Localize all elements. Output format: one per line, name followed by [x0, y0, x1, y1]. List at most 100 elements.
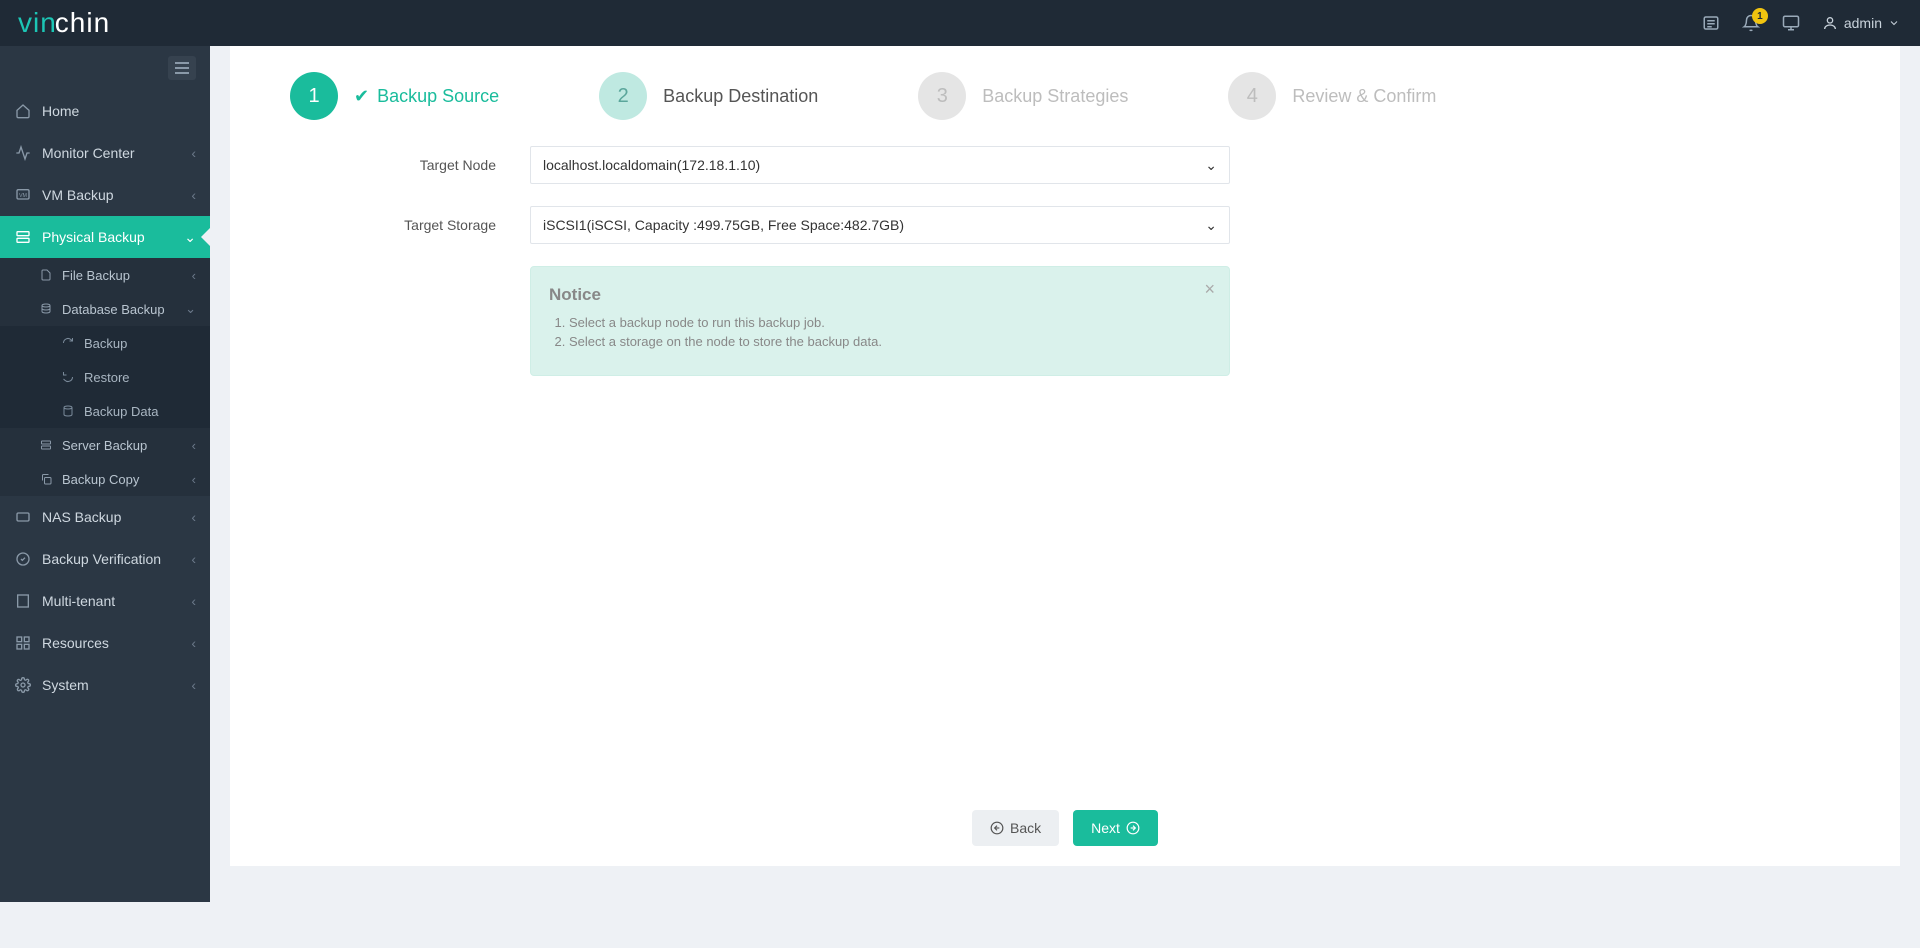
step-label: Backup Strategies	[982, 86, 1128, 107]
nav-nas-backup[interactable]: NAS Backup ‹	[0, 496, 210, 538]
step-backup-destination[interactable]: 2 Backup Destination	[599, 72, 818, 120]
step-number: 4	[1228, 72, 1276, 120]
row-target-node: Target Node localhost.localdomain(172.18…	[290, 146, 1840, 184]
chevron-left-icon: ‹	[191, 677, 196, 693]
bell-icon[interactable]: 1	[1742, 14, 1760, 32]
logo-part2: chin	[55, 7, 110, 39]
refresh-icon	[60, 337, 76, 349]
sidebar: Home Monitor Center ‹ VM VM Backup ‹ Phy…	[0, 46, 210, 902]
select-target-node[interactable]: localhost.localdomain(172.18.1.10) ⌄	[530, 146, 1230, 184]
select-value: iSCSI1(iSCSI, Capacity :499.75GB, Free S…	[543, 217, 904, 233]
nav-label: Monitor Center	[42, 145, 135, 161]
chevron-left-icon: ‹	[191, 145, 196, 161]
grid-icon	[14, 635, 32, 651]
topbar-right: 1 admin	[1702, 14, 1900, 32]
step-label: Review & Confirm	[1292, 86, 1436, 107]
notice-item: Select a storage on the node to store th…	[569, 334, 1211, 349]
logo[interactable]: vin chin	[18, 7, 110, 39]
home-icon	[14, 103, 32, 119]
chevron-down-icon	[1888, 17, 1900, 29]
arrow-right-icon	[1126, 821, 1140, 835]
nav-database-subgroup: Backup Restore Backup Data	[0, 326, 210, 428]
check-icon: ✔	[354, 86, 369, 107]
sidebar-toggle[interactable]	[168, 56, 196, 80]
nav-label: Multi-tenant	[42, 593, 115, 609]
gear-icon	[14, 677, 32, 693]
nav-label: Home	[42, 103, 79, 119]
nav-label: Server Backup	[62, 438, 147, 453]
user-label: admin	[1844, 15, 1882, 31]
nav-home[interactable]: Home	[0, 90, 210, 132]
notice-box: × Notice Select a backup node to run thi…	[530, 266, 1230, 376]
close-icon[interactable]: ×	[1204, 279, 1215, 300]
vm-icon: VM	[14, 187, 32, 203]
nav-file-backup[interactable]: File Backup ‹	[0, 258, 210, 292]
step-backup-strategies[interactable]: 3 Backup Strategies	[918, 72, 1128, 120]
chevron-down-icon: ⌄	[1205, 217, 1217, 234]
nav-label: NAS Backup	[42, 509, 121, 525]
nav-label: System	[42, 677, 89, 693]
select-target-storage[interactable]: iSCSI1(iSCSI, Capacity :499.75GB, Free S…	[530, 206, 1230, 244]
copy-icon	[38, 473, 54, 485]
chevron-left-icon: ‹	[192, 268, 196, 283]
row-target-storage: Target Storage iSCSI1(iSCSI, Capacity :4…	[290, 206, 1840, 244]
nav-label: File Backup	[62, 268, 130, 283]
nav-physical-backup[interactable]: Physical Backup ⌄	[0, 216, 210, 258]
nav-label: Physical Backup	[42, 229, 145, 245]
server-icon	[38, 439, 54, 451]
nav-backup-verification[interactable]: Backup Verification ‹	[0, 538, 210, 580]
wizard-panel: 1 ✔ Backup Source 2 Backup Destination 3…	[230, 46, 1900, 866]
database-icon	[38, 303, 54, 315]
chevron-left-icon: ‹	[191, 635, 196, 651]
wizard-steps: 1 ✔ Backup Source 2 Backup Destination 3…	[230, 46, 1900, 146]
nav-system[interactable]: System ‹	[0, 664, 210, 706]
nav-db-restore[interactable]: Restore	[0, 360, 210, 394]
nav-database-backup[interactable]: Database Backup ⌄	[0, 292, 210, 326]
nav-multi-tenant[interactable]: Multi-tenant ‹	[0, 580, 210, 622]
chevron-left-icon: ‹	[191, 187, 196, 203]
nav-db-backup-data[interactable]: Backup Data	[0, 394, 210, 428]
nav-label: Restore	[84, 370, 130, 385]
database-icon	[60, 405, 76, 417]
next-button[interactable]: Next	[1073, 810, 1158, 846]
step-review-confirm[interactable]: 4 Review & Confirm	[1228, 72, 1436, 120]
nas-icon	[14, 509, 32, 525]
chevron-left-icon: ‹	[192, 472, 196, 487]
nav-backup-copy[interactable]: Backup Copy ‹	[0, 462, 210, 496]
nav-label: VM Backup	[42, 187, 114, 203]
button-label: Next	[1091, 820, 1120, 836]
main-content: 1 ✔ Backup Source 2 Backup Destination 3…	[210, 46, 1920, 902]
building-icon	[14, 593, 32, 609]
step-label: Backup Source	[377, 86, 499, 107]
logo-part1: vin	[18, 7, 57, 39]
step-number: 1	[290, 72, 338, 120]
monitor-icon[interactable]	[1782, 14, 1800, 32]
nav-monitor-center[interactable]: Monitor Center ‹	[0, 132, 210, 174]
list-icon[interactable]	[1702, 14, 1720, 32]
notice-item: Select a backup node to run this backup …	[569, 315, 1211, 330]
user-menu[interactable]: admin	[1822, 15, 1900, 31]
nav-physical-subgroup: File Backup ‹ Database Backup ⌄ Backup R…	[0, 258, 210, 496]
topbar: vin chin 1 admin	[0, 0, 1920, 46]
label-target-node: Target Node	[290, 157, 530, 173]
nav-resources[interactable]: Resources ‹	[0, 622, 210, 664]
nav-label: Backup Verification	[42, 551, 161, 567]
notification-badge: 1	[1752, 8, 1768, 24]
chevron-down-icon: ⌄	[1205, 157, 1217, 174]
nav-server-backup[interactable]: Server Backup ‹	[0, 428, 210, 462]
back-button[interactable]: Back	[972, 810, 1059, 846]
step-backup-source[interactable]: 1 ✔ Backup Source	[290, 72, 499, 120]
svg-text:VM: VM	[19, 193, 27, 199]
arrow-left-icon	[990, 821, 1004, 835]
nav-vm-backup[interactable]: VM VM Backup ‹	[0, 174, 210, 216]
nav-db-backup[interactable]: Backup	[0, 326, 210, 360]
step-number: 2	[599, 72, 647, 120]
monitor-center-icon	[14, 145, 32, 161]
chevron-left-icon: ‹	[192, 438, 196, 453]
restore-icon	[60, 371, 76, 383]
chevron-left-icon: ‹	[191, 593, 196, 609]
nav-label: Backup	[84, 336, 127, 351]
file-icon	[38, 269, 54, 281]
step-number: 3	[918, 72, 966, 120]
check-icon	[14, 551, 32, 567]
